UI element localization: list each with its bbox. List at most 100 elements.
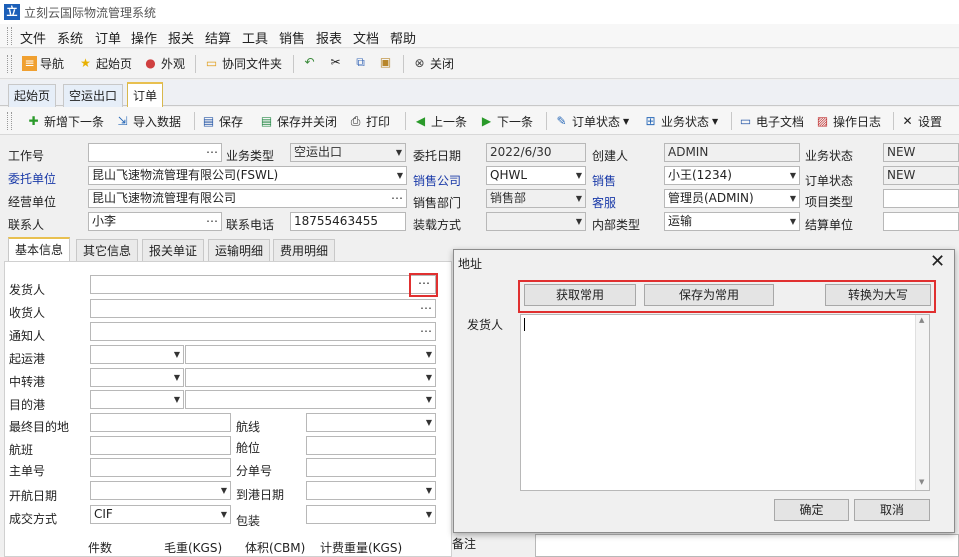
cancel-button[interactable]: 取消 [854,499,930,521]
tab-fee-detail[interactable]: 费用明细 [273,239,336,263]
internal-type-select[interactable]: 运输 [664,212,800,231]
client-label[interactable]: 委托单位 [8,170,56,187]
biz-status-button[interactable]: ⊞ 业务状态 ▼ [643,113,718,130]
menu-reports[interactable]: 报表 [316,28,342,47]
undo-button[interactable]: ↶ [302,55,317,70]
next-button[interactable]: ▶ 下一条 [479,113,533,130]
tab-customs-docs[interactable]: 报关单证 [142,239,205,263]
notify-field[interactable] [90,322,436,341]
consignee-field[interactable] [90,299,436,318]
pol-label: 起运港 [9,352,46,366]
close-icon[interactable]: ✕ [930,251,945,272]
flight-field[interactable] [90,436,231,455]
load-method-select[interactable] [486,212,586,231]
tab-order[interactable]: 订单 [127,82,164,109]
shipper-field[interactable] [90,275,436,294]
menu-sales[interactable]: 销售 [279,28,305,47]
biz-status-field: NEW [883,143,959,162]
paste-icon: ▣ [379,55,392,69]
space-field[interactable] [306,436,436,455]
tab-other-info[interactable]: 其它信息 [76,239,139,263]
menu-order[interactable]: 订单 [95,28,121,47]
transit-code-select[interactable] [90,368,184,387]
biz-type-select[interactable]: 空运出口 [290,143,406,162]
nav-button[interactable]: ≡ 导航 [22,55,64,72]
cut-button[interactable]: ✂ [328,55,343,70]
sales-select[interactable]: 小王(1234) [664,166,800,185]
cs-label[interactable]: 客服 [592,194,616,211]
menu-tools[interactable]: 工具 [242,28,268,47]
save-button[interactable]: ▤ 保存 [201,113,243,130]
appearance-button[interactable]: ● 外观 [143,55,185,72]
order-status-button[interactable]: ✎ 订单状态 ▼ [554,113,629,130]
chevron-down-icon: ▼ [623,117,630,126]
sales-label[interactable]: 销售 [592,172,616,189]
cs-select[interactable]: 管理员(ADMIN) [664,189,800,208]
scroll-down-icon[interactable]: ▼ [919,478,924,486]
mbl-field[interactable] [90,458,231,477]
to-uppercase-button[interactable]: 转换为大写 [825,284,931,306]
tab-basic-info[interactable]: 基本信息 [8,237,71,264]
import-button[interactable]: ⇲ 导入数据 [115,113,181,130]
route-select[interactable] [306,413,436,432]
transit-name-select[interactable] [185,368,436,387]
copy-button[interactable]: ⧉ [353,55,368,70]
menu-system[interactable]: 系统 [57,28,83,47]
save-common-button[interactable]: 保存为常用 [644,284,774,306]
arrow-left-icon: ◀ [415,114,426,128]
entrust-date-label: 委托日期 [413,149,462,163]
close-button[interactable]: ⊗ 关闭 [412,55,454,72]
print-button[interactable]: ⎙ 打印 [348,113,390,130]
folder-button[interactable]: ▭ 协同文件夹 [204,55,282,72]
menu-operation[interactable]: 操作 [131,28,157,47]
ok-button[interactable]: 确定 [774,499,849,521]
paste-button[interactable]: ▣ [378,55,393,70]
textarea-scrollbar[interactable]: ▲ ▼ [915,315,929,490]
pod-code-select[interactable] [90,390,184,409]
menu-documents[interactable]: 文档 [353,28,379,47]
prev-button[interactable]: ◀ 上一条 [413,113,467,130]
volume-label: 体积(CBM) [245,541,306,555]
edoc-button[interactable]: ▭ 电子文档 [738,113,804,130]
pol-name-select[interactable] [185,345,436,364]
sales-dept-select[interactable]: 销售部 [486,189,586,208]
menu-help[interactable]: 帮助 [390,28,416,47]
operating-unit-field[interactable]: 昆山飞速物流管理有限公司 [88,189,407,208]
client-select[interactable]: 昆山飞速物流管理有限公司(FSWL) [88,166,407,185]
hbl-field[interactable] [306,458,436,477]
packing-select[interactable] [306,505,436,524]
menu-settlement[interactable]: 结算 [205,28,231,47]
settings-button[interactable]: ✕ 设置 [900,113,942,130]
remarks-field[interactable] [535,534,959,557]
shipper-address-textarea[interactable]: ▲ ▼ [520,314,930,491]
save-close-button[interactable]: ▤ 保存并关闭 [259,113,337,130]
terms-select[interactable]: CIF [90,505,231,524]
entrust-date-field[interactable]: 2022/6/30 [486,143,586,162]
highlight-box [409,273,438,297]
menu-customs[interactable]: 报关 [168,28,194,47]
job-no-field[interactable] [88,143,222,162]
project-type-field[interactable] [883,189,959,208]
tab-transport-detail[interactable]: 运输明细 [208,239,271,263]
creator-field: ADMIN [664,143,800,162]
menu-file[interactable]: 文件 [20,28,46,47]
get-common-button[interactable]: 获取常用 [524,284,636,306]
final-dest-field[interactable] [90,413,231,432]
new-next-button[interactable]: ✚ 新增下一条 [26,113,104,130]
scroll-up-icon[interactable]: ▲ [919,316,924,324]
tab-start-page[interactable]: 起始页 [8,84,57,107]
contact-field[interactable]: 小李 [88,212,222,231]
phone-field[interactable]: 18755463455 [290,212,406,231]
tab-air-export[interactable]: 空运出口 [63,84,124,107]
home-button[interactable]: ★ 起始页 [78,55,132,72]
eta-field[interactable] [306,481,436,500]
workflow-icon: ⊞ [645,114,656,128]
oplog-button[interactable]: ▨ 操作日志 [815,113,881,130]
etd-field[interactable] [90,481,231,500]
sales-company-select[interactable]: QHWL [486,166,586,185]
consignee-label: 收货人 [9,306,46,320]
sales-company-label[interactable]: 销售公司 [413,172,461,189]
pol-code-select[interactable] [90,345,184,364]
settle-unit-field[interactable] [883,212,959,231]
pod-name-select[interactable] [185,390,436,409]
